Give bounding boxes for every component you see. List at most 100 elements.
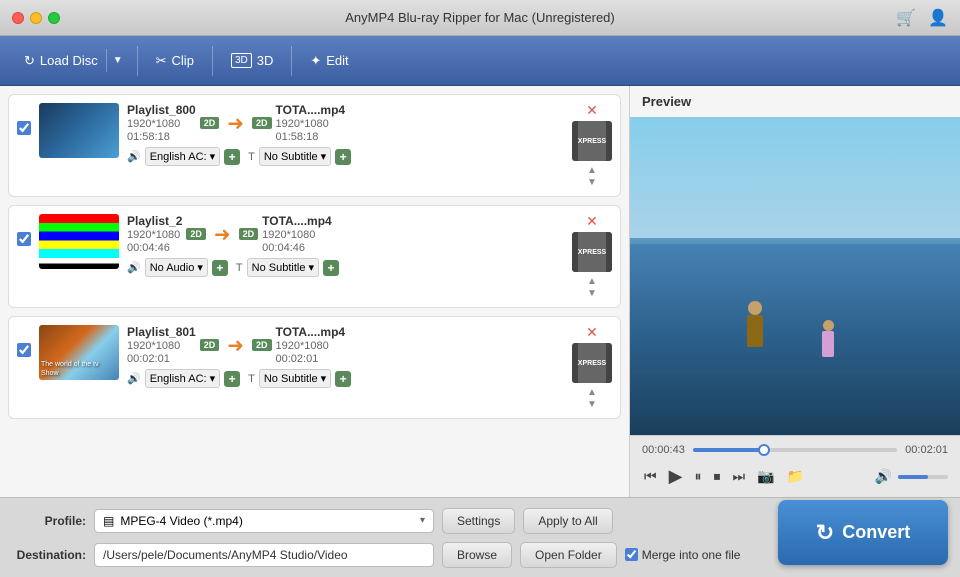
audio-dropdown-arrow-3: ▾ bbox=[210, 372, 216, 385]
divider-2 bbox=[212, 46, 213, 76]
badge-2d-src-2: 2D bbox=[186, 228, 206, 240]
item-row1: Playlist_800 1920*1080 01:58:18 2D ➜ 2D … bbox=[127, 103, 564, 143]
film-icon-1[interactable]: XPRESS bbox=[572, 121, 612, 161]
audio-select-2[interactable]: No Audio ▾ bbox=[145, 258, 208, 277]
dest-input[interactable] bbox=[94, 543, 434, 567]
arrow-icon-2: ➜ bbox=[214, 222, 231, 247]
skip-start-button[interactable]: ⏮ bbox=[642, 466, 659, 487]
progress-bar-container: 00:00:43 00:02:01 bbox=[642, 444, 948, 456]
item-checkbox-1[interactable] bbox=[17, 121, 31, 135]
3d-button[interactable]: 3D 3D bbox=[221, 47, 283, 74]
playlist-item-2: Playlist_2 1920*1080 00:04:46 2D ➜ 2D TO… bbox=[8, 205, 621, 308]
item-thumbnail-3: The world of the tv Show bbox=[39, 325, 119, 380]
title-bar-icons: 🛒 👤 bbox=[896, 8, 948, 28]
playlist-item-3: The world of the tv Show Playlist_801 19… bbox=[8, 316, 621, 419]
item-middle: Playlist_800 1920*1080 01:58:18 2D ➜ 2D … bbox=[127, 103, 564, 143]
add-audio-btn-3[interactable]: + bbox=[224, 371, 240, 387]
load-disc-label: Load Disc bbox=[40, 53, 98, 68]
badge-2d-src-3: 2D bbox=[200, 339, 220, 351]
subtitle-select-3[interactable]: No Subtitle ▾ bbox=[259, 369, 331, 388]
clip-label: Clip bbox=[172, 53, 194, 68]
audio-select-1[interactable]: English AC: ▾ bbox=[145, 147, 220, 166]
output-res-3: 1920*1080 bbox=[276, 340, 346, 352]
pause-button[interactable]: ⏸ bbox=[692, 466, 703, 487]
output-dur-2: 00:04:46 bbox=[262, 242, 332, 254]
convert-button[interactable]: ↻ Convert bbox=[778, 500, 948, 565]
badge-2d-dst-2: 2D bbox=[239, 228, 259, 240]
subtitle-icon-3: T bbox=[248, 373, 255, 385]
film-icon-3[interactable]: XPRESS bbox=[572, 343, 612, 383]
settings-button[interactable]: Settings bbox=[442, 508, 515, 534]
item-res-2: 1920*1080 bbox=[127, 229, 182, 241]
item-source-3: Playlist_801 1920*1080 00:02:01 bbox=[127, 325, 196, 365]
apply-all-button[interactable]: Apply to All bbox=[523, 508, 612, 534]
item-dur-1: 01:58:18 bbox=[127, 131, 196, 143]
item-name-2: Playlist_2 bbox=[127, 214, 182, 228]
volume-icon[interactable]: 🔊 bbox=[873, 466, 894, 487]
item-dur-3: 00:02:01 bbox=[127, 353, 196, 365]
figure-2 bbox=[821, 320, 835, 365]
load-disc-button[interactable]: ↻ Load Disc bbox=[16, 47, 106, 75]
profile-label: Profile: bbox=[16, 514, 86, 528]
badge-2d-dst-3: 2D bbox=[252, 339, 272, 351]
add-subtitle-btn-1[interactable]: + bbox=[335, 149, 351, 165]
progress-thumb[interactable] bbox=[758, 444, 770, 456]
skip-end-button[interactable]: ⏭ bbox=[730, 466, 747, 487]
item-target-2: TOTA....mp4 1920*1080 00:04:46 bbox=[262, 214, 332, 254]
playlist-panel[interactable]: Playlist_800 1920*1080 01:58:18 2D ➜ 2D … bbox=[0, 86, 630, 497]
expand-btn-3[interactable]: ▲▼ bbox=[587, 387, 597, 410]
add-subtitle-btn-2[interactable]: + bbox=[323, 260, 339, 276]
edit-label: Edit bbox=[326, 53, 348, 68]
volume-bar[interactable] bbox=[898, 475, 948, 479]
item-res-1: 1920*1080 bbox=[127, 118, 196, 130]
profile-select[interactable]: ▤ MPEG-4 Video (*.mp4) ▾ bbox=[94, 509, 434, 533]
item-actions-3: ✕ XPRESS ▲▼ bbox=[572, 325, 612, 410]
browse-button[interactable]: Browse bbox=[442, 542, 512, 568]
edit-button[interactable]: ✦ Edit bbox=[300, 47, 358, 75]
arrow-icon-3: ➜ bbox=[227, 333, 244, 358]
clip-button[interactable]: ✂ Clip bbox=[146, 47, 204, 75]
title-bar: AnyMP4 Blu-ray Ripper for Mac (Unregiste… bbox=[0, 0, 960, 36]
item-source-2: Playlist_2 1920*1080 00:04:46 bbox=[127, 214, 182, 254]
screenshot-button[interactable]: 📷 bbox=[755, 466, 776, 487]
video-scene bbox=[630, 117, 960, 435]
expand-btn-1[interactable]: ▲▼ bbox=[587, 165, 597, 188]
cart-icon[interactable]: 🛒 bbox=[896, 8, 916, 28]
expand-btn-2[interactable]: ▲▼ bbox=[587, 276, 597, 299]
progress-bar[interactable] bbox=[693, 448, 897, 452]
remove-item-btn-2[interactable]: ✕ bbox=[586, 214, 598, 228]
item-thumbnail-1 bbox=[39, 103, 119, 158]
subtitle-select-1[interactable]: No Subtitle ▾ bbox=[259, 147, 331, 166]
volume-fill bbox=[898, 475, 928, 479]
minimize-window-button[interactable] bbox=[30, 12, 42, 24]
user-icon[interactable]: 👤 bbox=[928, 8, 948, 28]
load-disc-icon: ↻ bbox=[24, 53, 35, 69]
maximize-window-button[interactable] bbox=[48, 12, 60, 24]
item-actions-2: ✕ XPRESS ▲▼ bbox=[572, 214, 612, 299]
clip-icon: ✂ bbox=[156, 53, 167, 69]
subtitle-dropdown-arrow-1: ▾ bbox=[321, 150, 327, 163]
dest-label: Destination: bbox=[16, 548, 86, 562]
item-checkbox-3[interactable] bbox=[17, 343, 31, 357]
audio-select-3[interactable]: English AC: ▾ bbox=[145, 369, 220, 388]
add-audio-btn-1[interactable]: + bbox=[224, 149, 240, 165]
open-folder-button[interactable]: Open Folder bbox=[520, 542, 617, 568]
profile-value: MPEG-4 Video (*.mp4) bbox=[120, 514, 243, 528]
output-res-1: 1920*1080 bbox=[276, 118, 346, 130]
stop-button[interactable]: ⏹ bbox=[711, 466, 722, 487]
figure-1 bbox=[746, 301, 764, 356]
xpress-label-1: XPRESS bbox=[578, 138, 606, 145]
add-subtitle-btn-3[interactable]: + bbox=[335, 371, 351, 387]
film-icon-2[interactable]: XPRESS bbox=[572, 232, 612, 272]
add-audio-btn-2[interactable]: + bbox=[212, 260, 228, 276]
folder-button[interactable]: 📁 bbox=[785, 466, 806, 487]
item-checkbox-2[interactable] bbox=[17, 232, 31, 246]
remove-item-btn-3[interactable]: ✕ bbox=[586, 325, 598, 339]
play-button[interactable]: ▶ bbox=[667, 464, 685, 489]
audio-value-3: English AC: bbox=[150, 373, 207, 385]
subtitle-select-2[interactable]: No Subtitle ▾ bbox=[247, 258, 319, 277]
merge-checkbox[interactable] bbox=[625, 548, 638, 561]
remove-item-btn-1[interactable]: ✕ bbox=[586, 103, 598, 117]
load-disc-dropdown-button[interactable]: ▼ bbox=[106, 49, 129, 72]
close-window-button[interactable] bbox=[12, 12, 24, 24]
